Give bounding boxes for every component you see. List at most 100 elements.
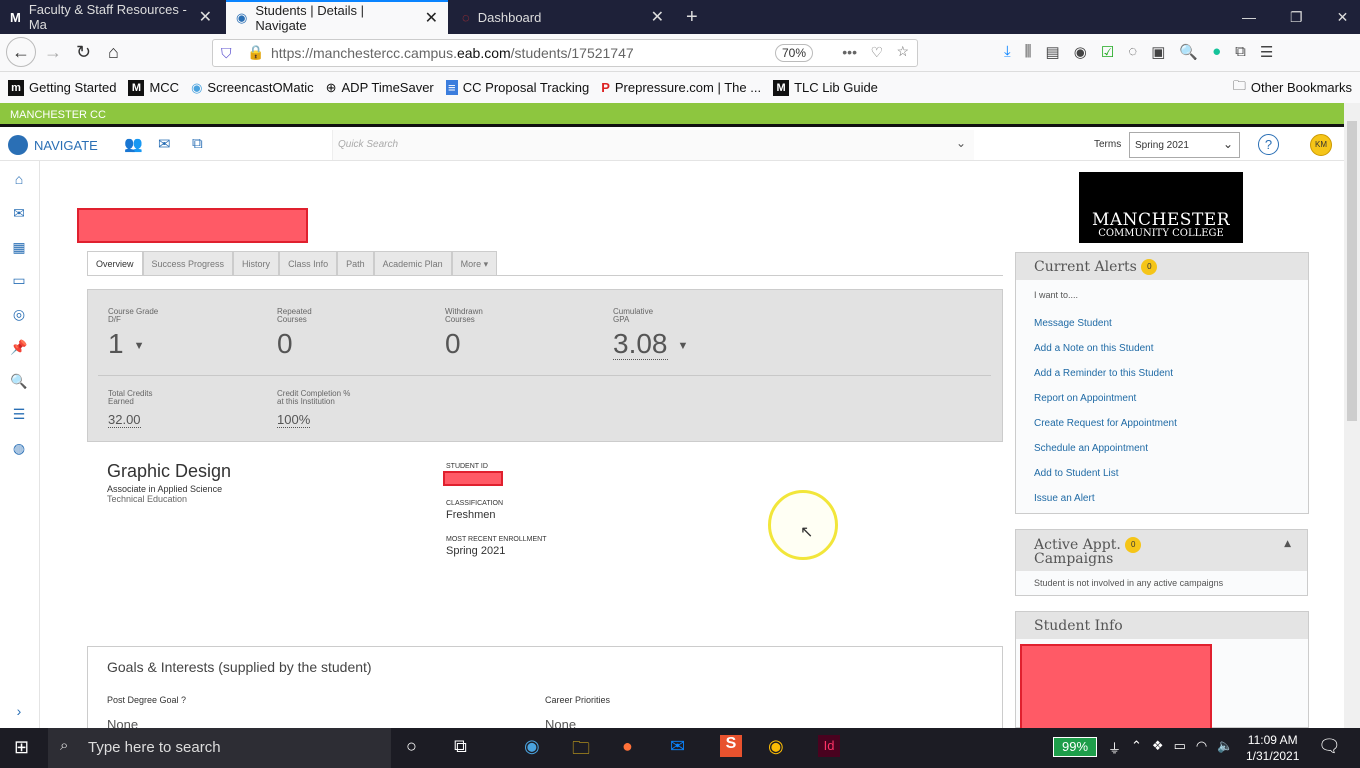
taskbar-search-input[interactable]: ⌕ Type here to search: [48, 728, 391, 768]
notifications-icon[interactable]: 🗨: [1318, 736, 1341, 757]
forward-icon[interactable]: →: [44, 42, 62, 63]
grammarly-icon[interactable]: ●: [1212, 43, 1221, 61]
close-icon[interactable]: ✕: [425, 8, 438, 28]
indesign-icon[interactable]: Id: [818, 735, 840, 757]
avatar[interactable]: KM: [1310, 134, 1332, 156]
analytics-icon[interactable]: ◍: [10, 440, 28, 458]
search-icon[interactable]: 🔍: [10, 373, 28, 391]
file-explorer-icon[interactable]: 🗀: [572, 736, 590, 766]
star-icon[interactable]: ☆: [896, 43, 909, 60]
tab-history[interactable]: History: [233, 251, 280, 275]
firefox-icon[interactable]: ●: [622, 736, 633, 757]
windows-start-icon[interactable]: ⊞: [14, 737, 29, 758]
tab-success-progress[interactable]: Success Progress: [142, 251, 234, 275]
caret-down-icon[interactable]: ▼: [678, 340, 689, 352]
cortana-icon[interactable]: ○: [406, 736, 417, 757]
library-icon[interactable]: ⫼: [1025, 43, 1032, 61]
tab-academic-plan[interactable]: Academic Plan: [373, 251, 452, 275]
create-request-link[interactable]: Create Request for Appointment: [1034, 418, 1308, 429]
terms-select[interactable]: Spring 2021 ⌄: [1129, 132, 1240, 158]
tab-more[interactable]: More ▾: [451, 251, 498, 275]
collapse-icon[interactable]: ▲: [1284, 538, 1291, 551]
home-icon[interactable]: ⌂: [108, 42, 119, 63]
close-icon[interactable]: ✕: [651, 7, 664, 27]
add-to-list-link[interactable]: Add to Student List: [1034, 468, 1308, 479]
snagit-icon[interactable]: S: [720, 735, 742, 757]
calendar-icon[interactable]: ▦: [10, 239, 28, 257]
bookmark-tlc[interactable]: M TLC Lib Guide: [773, 79, 878, 96]
stat-course-grade[interactable]: Course Grade D/F 1 ▼: [108, 308, 158, 360]
list-icon[interactable]: ☰: [10, 406, 28, 424]
account-icon[interactable]: ◉: [1074, 43, 1087, 61]
stat-cumulative-gpa[interactable]: Cumulative GPA 3.08 ▼: [613, 308, 688, 360]
other-bookmarks[interactable]: 🗀 Other Bookmarks: [1233, 77, 1352, 99]
pin-icon[interactable]: 📌: [10, 339, 28, 357]
search-extension-icon[interactable]: 🔍: [1179, 43, 1198, 61]
mail-icon[interactable]: ✉: [670, 736, 685, 757]
bookmark-adp[interactable]: ⊕ ADP TimeSaver: [326, 80, 434, 96]
report-appointment-link[interactable]: Report on Appointment: [1034, 393, 1308, 404]
reload-icon[interactable]: ↻: [76, 42, 91, 63]
screencast-icon[interactable]: ◉: [524, 736, 540, 757]
students-icon[interactable]: 👥: [124, 135, 143, 153]
pocket-icon[interactable]: ♡: [870, 44, 883, 61]
zoom-level[interactable]: 70%: [774, 44, 813, 62]
chevron-up-icon[interactable]: ⌃: [1131, 738, 1142, 757]
new-tab-button[interactable]: +: [676, 0, 708, 34]
extensions-icon[interactable]: ⧉: [1235, 43, 1246, 61]
wifi-icon[interactable]: ◠: [1196, 738, 1207, 757]
close-window-icon[interactable]: ✕: [1337, 9, 1349, 26]
back-icon[interactable]: ←: [6, 37, 36, 67]
close-icon[interactable]: ✕: [199, 7, 212, 27]
battery-indicator[interactable]: 99%: [1053, 737, 1097, 757]
bookmark-cc-proposal[interactable]: ≡ CC Proposal Tracking: [445, 80, 589, 95]
caret-down-icon[interactable]: ▼: [134, 340, 145, 352]
minimize-icon[interactable]: —: [1242, 9, 1256, 25]
campaign-icon[interactable]: ◎: [10, 306, 28, 324]
help-icon[interactable]: ?: [1258, 134, 1279, 155]
power-icon[interactable]: ⏚: [1108, 738, 1121, 757]
dropbox-icon[interactable]: ❖: [1152, 738, 1164, 757]
bookmark-screencastomatic[interactable]: ◉ ScreencastOMatic: [191, 80, 314, 96]
folder-icon[interactable]: ▭: [10, 272, 28, 290]
scrollbar[interactable]: [1344, 103, 1360, 728]
bookmark-prepressure[interactable]: P Prepressure.com | The ...: [601, 80, 761, 95]
menu-icon[interactable]: ☰: [1260, 43, 1273, 61]
quick-search-input[interactable]: Quick Search ⌄: [332, 130, 974, 160]
restore-icon[interactable]: ❐: [1290, 9, 1303, 26]
sidebar-icon[interactable]: ▤: [1046, 43, 1060, 61]
mail-icon[interactable]: ✉: [158, 135, 171, 153]
more-icon[interactable]: •••: [842, 44, 857, 60]
tab-overview[interactable]: Overview: [87, 251, 143, 275]
extension-icon[interactable]: ◌: [1128, 43, 1137, 61]
tab-faculty-resources[interactable]: M Faculty & Staff Resources - Ma ✕: [0, 0, 222, 34]
extension-icon[interactable]: ▣: [1151, 43, 1165, 61]
download-icon[interactable]: ⤓: [1004, 43, 1011, 61]
tab-path[interactable]: Path: [337, 251, 374, 275]
battery-icon[interactable]: ▭: [1174, 738, 1186, 757]
message-student-link[interactable]: Message Student: [1034, 318, 1308, 329]
url-bar[interactable]: ⛉ 🔒 https://manchestercc.campus. eab.com /…: [212, 39, 918, 67]
mail-icon[interactable]: ✉: [10, 205, 28, 223]
issue-alert-link[interactable]: Issue an Alert: [1034, 493, 1308, 504]
navigate-home-link[interactable]: NAVIGATE: [8, 135, 98, 155]
bookmark-getting-started[interactable]: m Getting Started: [8, 79, 116, 96]
window-controls[interactable]: — ❐ ✕: [1232, 0, 1358, 34]
tab-dashboard[interactable]: ◌ Dashboard ✕: [452, 0, 674, 34]
home-icon[interactable]: ⌂: [10, 171, 28, 189]
bookmark-mcc[interactable]: M MCC: [128, 79, 179, 96]
clock[interactable]: 11:09 AM 1/31/2021: [1246, 732, 1299, 764]
tab-students-details[interactable]: ◉ Students | Details | Navigate ✕: [226, 0, 448, 34]
chrome-icon[interactable]: ◉: [768, 736, 784, 757]
add-note-link[interactable]: Add a Note on this Student: [1034, 343, 1308, 354]
task-view-icon[interactable]: ⧉: [454, 736, 467, 757]
expand-icon[interactable]: ›: [10, 703, 28, 721]
volume-icon[interactable]: 🔈: [1217, 738, 1233, 757]
reports-icon[interactable]: ⧉: [192, 135, 203, 152]
tab-class-info[interactable]: Class Info: [279, 251, 338, 275]
schedule-appointment-link[interactable]: Schedule an Appointment: [1034, 443, 1308, 454]
add-reminder-link[interactable]: Add a Reminder to this Student: [1034, 368, 1308, 379]
chevron-down-icon[interactable]: ⌄: [956, 136, 966, 150]
check-extension-icon[interactable]: ☑: [1101, 43, 1114, 61]
scrollbar-thumb[interactable]: [1347, 121, 1357, 421]
